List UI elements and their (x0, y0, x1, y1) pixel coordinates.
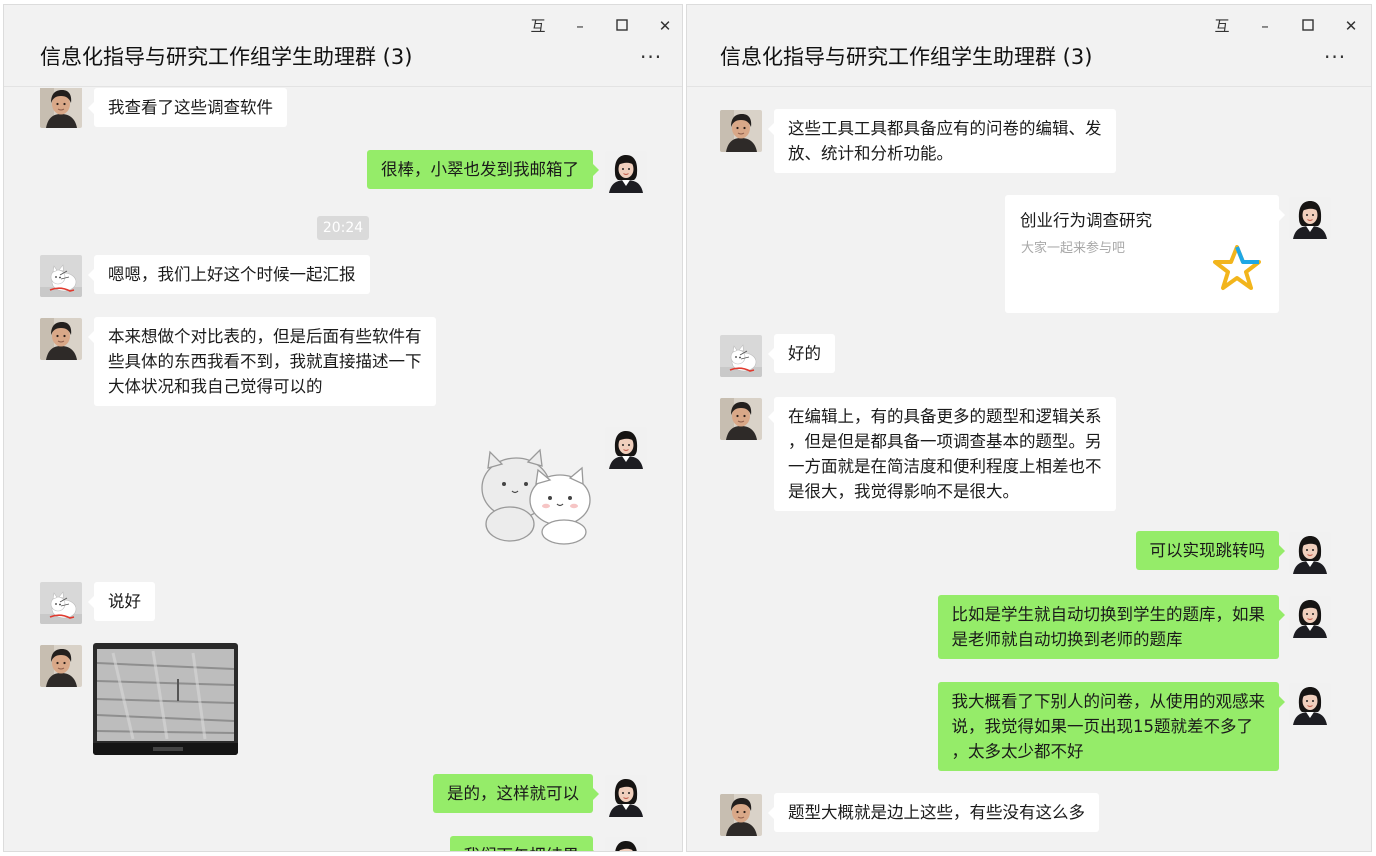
avatar-cat[interactable] (40, 255, 82, 297)
message-text: 好的 (788, 344, 821, 363)
close-icon: ✕ (1344, 17, 1358, 35)
avatar-boy[interactable] (40, 645, 82, 687)
close-button[interactable]: ✕ (1340, 15, 1362, 37)
avatar-boy[interactable] (40, 88, 82, 128)
maximize-button[interactable] (611, 15, 633, 37)
timestamp: 20:24 (317, 216, 369, 240)
avatar-boy[interactable] (720, 794, 762, 836)
message-bubble[interactable]: 题型大概就是边上这些，有些没有这么多 (768, 793, 1099, 832)
maximize-icon (1302, 19, 1314, 31)
chat-title: 信息化指导与研究工作组学生助理群 (3) (720, 45, 1093, 69)
star-icon (1213, 245, 1261, 290)
message-bubble[interactable]: 好的 (768, 334, 835, 373)
message-text: ，太多太少都不好 (951, 742, 1084, 761)
link-card[interactable]: 创业行为调查研究 大家一起来参与吧 (1005, 195, 1285, 313)
message-bubble[interactable]: 在编辑上，有的具备更多的题型和逻辑关系 ，但是但是都具备一项调查基本的题型。另 … (768, 397, 1116, 511)
maximize-icon (616, 19, 628, 31)
message-text: 放、统计和分析功能。 (788, 144, 953, 163)
message-text: 是的，这样就可以 (447, 784, 579, 803)
card-title: 创业行为调查研究 (1020, 211, 1152, 230)
message-bubble[interactable]: 说好 (88, 582, 155, 621)
close-button[interactable]: ✕ (654, 15, 676, 37)
pin-button[interactable]: 互 (527, 15, 549, 37)
avatar-girl[interactable] (605, 775, 647, 817)
avatar-boy[interactable] (40, 318, 82, 360)
minimize-button[interactable]: – (569, 15, 591, 37)
message-list[interactable]: 这些工具工具都具备应有的问卷的编辑、发 放、统计和分析功能。 创业行为调查研究 … (687, 88, 1371, 851)
title-bar: 互 – ✕ 信息化指导与研究工作组学生助理群 (3) ··· (687, 5, 1371, 87)
minimize-button[interactable]: – (1254, 15, 1276, 37)
message-text: 我们下午把结果 (464, 843, 580, 851)
avatar-girl[interactable] (1289, 683, 1331, 725)
close-icon: ✕ (658, 17, 672, 35)
avatar-girl[interactable] (605, 837, 647, 851)
message-text: 可以实现跳转吗 (1149, 541, 1266, 560)
avatar-girl[interactable] (1289, 596, 1331, 638)
more-options-button[interactable]: ··· (1324, 45, 1346, 69)
message-text: 这些工具工具都具备应有的问卷的编辑、发 (788, 119, 1102, 138)
more-options-button[interactable]: ··· (640, 45, 662, 69)
message-text: 本来想做个对比表的，但是后面有些软件有 (108, 327, 422, 346)
avatar-boy[interactable] (720, 398, 762, 440)
message-text: 题型大概就是边上这些，有些没有这么多 (788, 803, 1085, 822)
pin-icon: 互 (530, 17, 546, 35)
cat-sticker[interactable] (470, 436, 600, 546)
message-text: 些具体的东西我看不到，我就直接描述一下 (108, 352, 422, 371)
message-bubble[interactable]: 这些工具工具都具备应有的问卷的编辑、发 放、统计和分析功能。 (768, 109, 1116, 173)
chat-title: 信息化指导与研究工作组学生助理群 (3) (40, 45, 413, 69)
message-text: 一方面就是在简洁度和便利程度上相差也不 (788, 457, 1102, 476)
message-text: 在编辑上，有的具备更多的题型和逻辑关系 (788, 407, 1102, 426)
message-text: 是很大，我觉得影响不是很大。 (788, 482, 1019, 501)
card-description: 大家一起来参与吧 (1021, 241, 1126, 256)
message-text: 嗯嗯，我们上好这个时候一起汇报 (108, 265, 356, 284)
chat-window-left: 互 – ✕ 信息化指导与研究工作组学生助理群 (3) ··· 我查看了这些调查软… (3, 4, 683, 852)
minimize-icon: – (1261, 17, 1269, 35)
avatar-girl[interactable] (1289, 532, 1331, 574)
message-text: ，但是但是都具备一项调查基本的题型。另 (788, 432, 1102, 451)
message-bubble-sent[interactable]: 很棒，小翠也发到我邮箱了 (367, 150, 599, 189)
message-text: 我大概看了下别人的问卷，从使用的观感来 (951, 692, 1266, 711)
avatar-cat[interactable] (40, 582, 82, 624)
avatar-girl[interactable] (605, 427, 647, 469)
message-text: 说好 (108, 592, 141, 611)
message-bubble[interactable]: 我查看了这些调查软件 (88, 88, 287, 127)
message-text: 大体状况和我自己觉得可以的 (108, 377, 323, 396)
image-message[interactable] (93, 643, 238, 755)
message-list[interactable]: 我查看了这些调查软件 很棒，小翠也发到我邮箱了 20:24 嗯嗯，我们上好这个时… (4, 88, 682, 851)
avatar-boy[interactable] (720, 110, 762, 152)
avatar-girl[interactable] (1289, 197, 1331, 239)
message-bubble[interactable]: 嗯嗯，我们上好这个时候一起汇报 (88, 255, 370, 294)
pin-button[interactable]: 互 (1211, 15, 1233, 37)
message-text: 比如是学生就自动切换到学生的题库，如果 (951, 605, 1266, 624)
pin-icon: 互 (1214, 17, 1230, 35)
message-text: 说，我觉得如果一页出现15题就差不多了 (951, 717, 1254, 736)
avatar-cat[interactable] (720, 335, 762, 377)
minimize-icon: – (576, 17, 584, 35)
avatar-girl[interactable] (605, 151, 647, 193)
message-bubble-sent[interactable]: 比如是学生就自动切换到学生的题库，如果 是老师就自动切换到老师的题库 (937, 595, 1285, 659)
message-bubble[interactable]: 本来想做个对比表的，但是后面有些软件有 些具体的东西我看不到，我就直接描述一下 … (88, 317, 436, 406)
message-bubble-sent[interactable]: 我大概看了下别人的问卷，从使用的观感来 说，我觉得如果一页出现15题就差不多了 … (937, 682, 1285, 771)
message-bubble-sent[interactable]: 我们下午把结果 (449, 836, 599, 851)
chat-window-right: 互 – ✕ 信息化指导与研究工作组学生助理群 (3) ··· 这些工具工具都具备… (686, 4, 1372, 852)
message-text: 是老师就自动切换到老师的题库 (951, 630, 1183, 649)
message-text: 我查看了这些调查软件 (108, 98, 273, 117)
message-bubble-sent[interactable]: 可以实现跳转吗 (1135, 531, 1285, 570)
maximize-button[interactable] (1297, 15, 1319, 37)
message-text: 很棒，小翠也发到我邮箱了 (381, 160, 579, 179)
message-bubble-sent[interactable]: 是的，这样就可以 (433, 774, 599, 813)
title-bar: 互 – ✕ 信息化指导与研究工作组学生助理群 (3) ··· (4, 5, 682, 87)
